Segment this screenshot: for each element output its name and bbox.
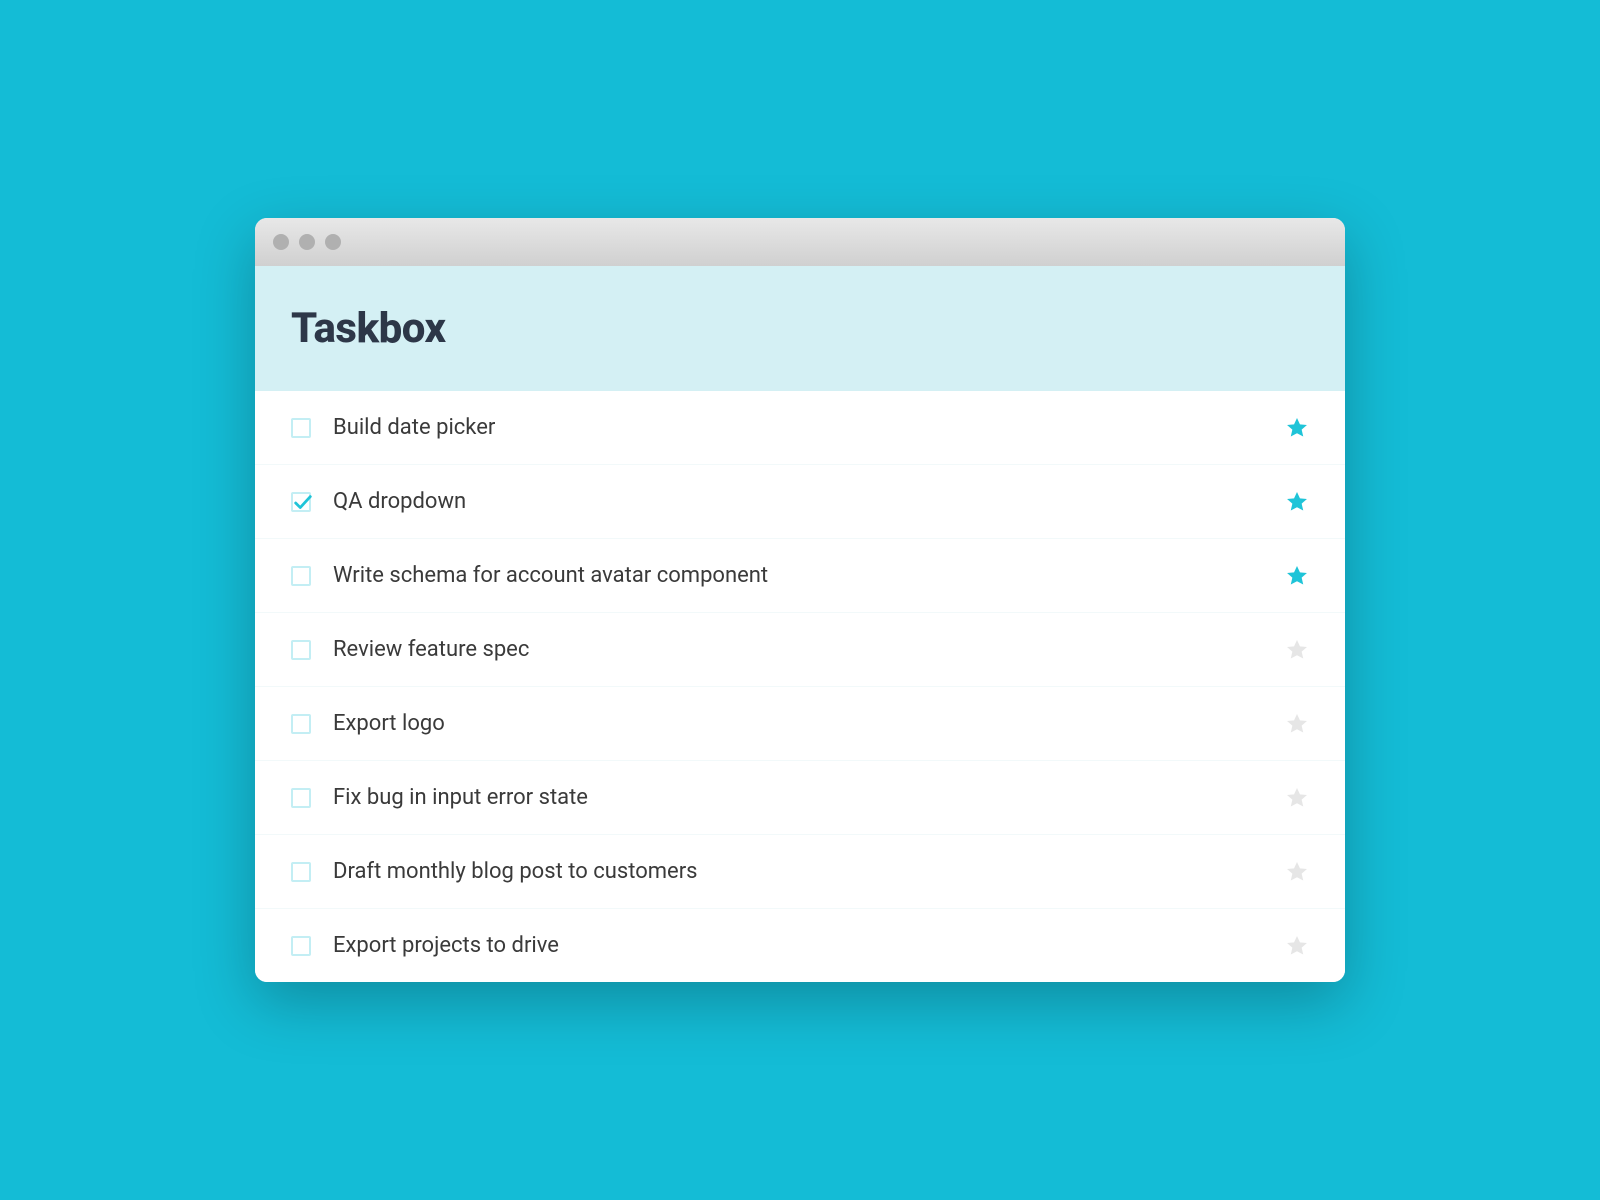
task-checkbox[interactable]	[291, 714, 311, 734]
star-icon[interactable]	[1285, 934, 1309, 958]
task-list: Build date picker QA dropdown Write schema…	[255, 391, 1345, 982]
window-close-dot[interactable]	[273, 234, 289, 250]
task-row: Build date picker	[255, 391, 1345, 465]
task-title[interactable]: Write schema for account avatar componen…	[333, 563, 1263, 588]
window-minimize-dot[interactable]	[299, 234, 315, 250]
task-row: Fix bug in input error state	[255, 761, 1345, 835]
star-icon[interactable]	[1285, 786, 1309, 810]
app-header: Taskbox	[255, 266, 1345, 391]
window-maximize-dot[interactable]	[325, 234, 341, 250]
star-icon[interactable]	[1285, 712, 1309, 736]
star-icon[interactable]	[1285, 416, 1309, 440]
star-icon[interactable]	[1285, 490, 1309, 514]
task-checkbox[interactable]	[291, 640, 311, 660]
task-row: Export projects to drive	[255, 909, 1345, 982]
task-checkbox[interactable]	[291, 566, 311, 586]
task-title[interactable]: Draft monthly blog post to customers	[333, 859, 1263, 884]
star-icon[interactable]	[1285, 564, 1309, 588]
task-title[interactable]: Build date picker	[333, 415, 1263, 440]
task-row: Export logo	[255, 687, 1345, 761]
app-window: Taskbox Build date picker QA dropdown Writ…	[255, 218, 1345, 982]
task-checkbox[interactable]	[291, 492, 311, 512]
task-checkbox[interactable]	[291, 788, 311, 808]
task-title[interactable]: Export logo	[333, 711, 1263, 736]
task-title[interactable]: Fix bug in input error state	[333, 785, 1263, 810]
task-title[interactable]: Export projects to drive	[333, 933, 1263, 958]
task-row: QA dropdown	[255, 465, 1345, 539]
star-icon[interactable]	[1285, 860, 1309, 884]
task-title[interactable]: QA dropdown	[333, 489, 1263, 514]
app-title: Taskbox	[291, 304, 1309, 353]
task-row: Review feature spec	[255, 613, 1345, 687]
task-checkbox[interactable]	[291, 936, 311, 956]
star-icon[interactable]	[1285, 638, 1309, 662]
task-title[interactable]: Review feature spec	[333, 637, 1263, 662]
task-row: Write schema for account avatar componen…	[255, 539, 1345, 613]
task-row: Draft monthly blog post to customers	[255, 835, 1345, 909]
task-checkbox[interactable]	[291, 418, 311, 438]
task-checkbox[interactable]	[291, 862, 311, 882]
window-titlebar	[255, 218, 1345, 266]
